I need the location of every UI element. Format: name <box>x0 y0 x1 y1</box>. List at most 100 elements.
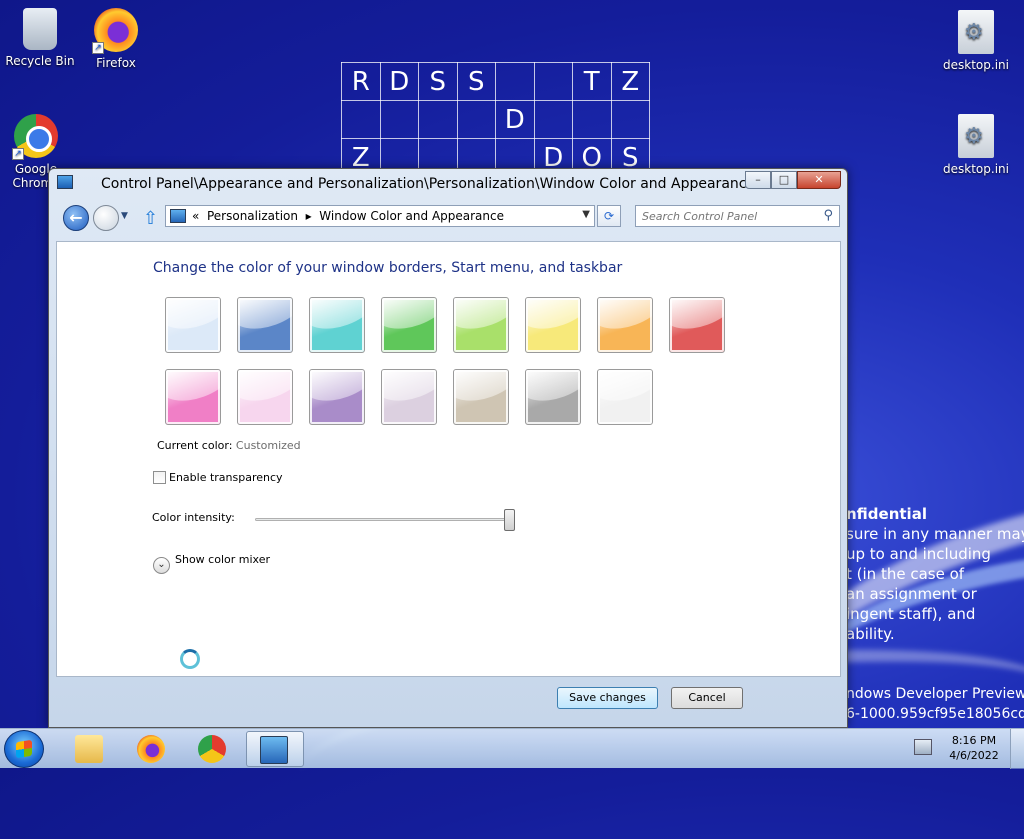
grid-cell: S <box>418 62 458 101</box>
watermark-line: ingent staff), and <box>846 605 976 623</box>
color-swatch-sea[interactable] <box>309 297 365 353</box>
current-color-value: Customized <box>235 439 301 452</box>
color-swatch-chocolate[interactable] <box>525 369 581 425</box>
intensity-label: Color intensity: <box>152 511 235 524</box>
grid-cell <box>495 62 535 101</box>
search-icon[interactable]: ⚲ <box>823 208 833 223</box>
intensity-slider-thumb[interactable] <box>504 509 515 531</box>
desktop-icon-label: Firefox <box>96 56 136 70</box>
breadcrumb-personalization[interactable]: Personalization <box>207 209 298 223</box>
watermark-build-line: 6-1000.959cf95e18056cd0 <box>846 706 1024 722</box>
folder-icon <box>75 735 103 763</box>
chevron-down-icon[interactable]: ⌄ <box>153 557 170 574</box>
transparency-label: Enable transparency <box>169 471 283 484</box>
color-swatch-fuchsia[interactable] <box>165 369 221 425</box>
current-color: Current color: Customized <box>157 439 301 452</box>
clock[interactable]: 8:16 PM 4/6/2022 <box>946 733 1002 763</box>
breadcrumb-window-color[interactable]: Window Color and Appearance <box>319 209 504 223</box>
color-swatch-lemon[interactable] <box>525 297 581 353</box>
search-box: ⚲ <box>635 205 840 227</box>
grid-cell: S <box>456 62 496 101</box>
watermark-line: ability. <box>846 625 895 643</box>
recycle-bin-icon <box>23 8 57 50</box>
control-panel-icon <box>57 175 73 189</box>
busy-spinner-icon <box>180 649 200 669</box>
grid-cell: R <box>341 62 381 101</box>
grid-cell <box>456 100 496 139</box>
grid-cell <box>379 100 419 139</box>
desktop-icon-desktop-ini[interactable]: desktop.ini <box>936 10 1016 72</box>
start-button[interactable] <box>4 730 44 768</box>
grid-cell: Z <box>610 62 650 101</box>
breadcrumb: « Personalization ▸ Window Color and App… <box>192 209 504 223</box>
back-button[interactable]: ← <box>63 205 89 231</box>
intensity-slider-track[interactable] <box>255 518 512 521</box>
grid-row: D <box>341 100 650 139</box>
desktop-icon-firefox[interactable]: ↗ Firefox <box>76 8 156 70</box>
search-input[interactable] <box>636 206 816 226</box>
address-bar[interactable]: « Personalization ▸ Window Color and App… <box>165 205 595 227</box>
desktop-icon-label: desktop.ini <box>943 162 1009 176</box>
breadcrumb-overflow[interactable]: « <box>192 209 199 223</box>
color-swatch-lime[interactable] <box>453 297 509 353</box>
show-desktop-button[interactable] <box>1010 729 1024 769</box>
show-color-mixer-toggle[interactable]: ⌄ Show color mixer <box>153 553 270 574</box>
color-swatch-twilight[interactable] <box>237 297 293 353</box>
control-panel-icon <box>170 209 186 223</box>
minimize-button[interactable]: – <box>745 171 771 189</box>
color-swatch-taupe[interactable] <box>453 369 509 425</box>
color-swatch-sky[interactable] <box>165 297 221 353</box>
address-dropdown-icon[interactable]: ▼ <box>582 209 590 220</box>
grid-cell <box>418 100 458 139</box>
watermark-line: t (in the case of <box>846 565 965 583</box>
taskbar-control-panel[interactable] <box>246 731 304 767</box>
color-swatch-blush[interactable] <box>237 369 293 425</box>
close-button[interactable]: ✕ <box>797 171 841 189</box>
cancel-button[interactable]: Cancel <box>671 687 743 709</box>
shortcut-arrow-icon: ↗ <box>92 42 104 54</box>
page-title: Change the color of your window borders,… <box>153 260 623 276</box>
grid-cell <box>533 100 573 139</box>
watermark-text: sure in any manner may up to and includi… <box>846 524 1024 644</box>
color-mixer-label: Show color mixer <box>175 553 270 566</box>
refresh-button[interactable]: ⟳ <box>597 205 621 227</box>
checkbox-box[interactable] <box>153 471 166 484</box>
window-controls: – □ ✕ <box>745 171 841 189</box>
recent-pages-dropdown-icon[interactable]: ▼ <box>121 211 128 221</box>
maximize-button[interactable]: □ <box>771 171 797 189</box>
grid-cell: T <box>572 62 612 101</box>
forward-button[interactable] <box>93 205 119 231</box>
transparency-checkbox[interactable]: Enable transparency <box>153 471 283 484</box>
grid-cell: D <box>379 62 419 101</box>
color-swatch-frost[interactable] <box>597 369 653 425</box>
up-arrow-icon[interactable]: ⇧ <box>143 208 158 229</box>
color-swatch-pumpkin[interactable] <box>597 297 653 353</box>
taskbar-firefox[interactable] <box>124 731 178 767</box>
save-changes-button[interactable]: Save changes <box>557 687 658 709</box>
navigation-bar: ← ▼ ⇧ « Personalization ▸ Window Color a… <box>49 199 847 237</box>
grid-cell <box>341 100 381 139</box>
desktop-icon-desktop-ini[interactable]: desktop.ini <box>936 114 1016 176</box>
color-swatch-leaf[interactable] <box>381 297 437 353</box>
taskbar: 8:16 PM 4/6/2022 <box>0 728 1024 769</box>
shortcut-arrow-icon: ↗ <box>12 148 24 160</box>
taskbar-chrome[interactable] <box>185 731 239 767</box>
content-pane: Change the color of your window borders,… <box>56 241 841 677</box>
firefox-icon <box>137 735 165 763</box>
clock-time: 8:16 PM <box>951 734 997 747</box>
breadcrumb-separator-icon[interactable]: ▸ <box>306 209 312 223</box>
network-icon[interactable] <box>914 739 932 755</box>
watermark-build-line: ndows Developer Preview <box>846 686 1024 702</box>
grid-cell <box>610 100 650 139</box>
window-title: Control Panel\Appearance and Personaliza… <box>101 176 756 192</box>
chrome-icon <box>198 735 226 763</box>
desktop-icon-label: Recycle Bin <box>5 54 75 68</box>
desktop-icon-recycle-bin[interactable]: Recycle Bin <box>0 8 80 68</box>
grid-cell: D <box>495 100 535 139</box>
taskbar-explorer[interactable] <box>62 731 116 767</box>
color-swatch-lavender[interactable] <box>381 369 437 425</box>
title-bar[interactable]: Control Panel\Appearance and Personaliza… <box>49 169 847 199</box>
color-swatch-ruby[interactable] <box>669 297 725 353</box>
color-swatch-violet[interactable] <box>309 369 365 425</box>
settings-file-icon <box>958 10 994 54</box>
